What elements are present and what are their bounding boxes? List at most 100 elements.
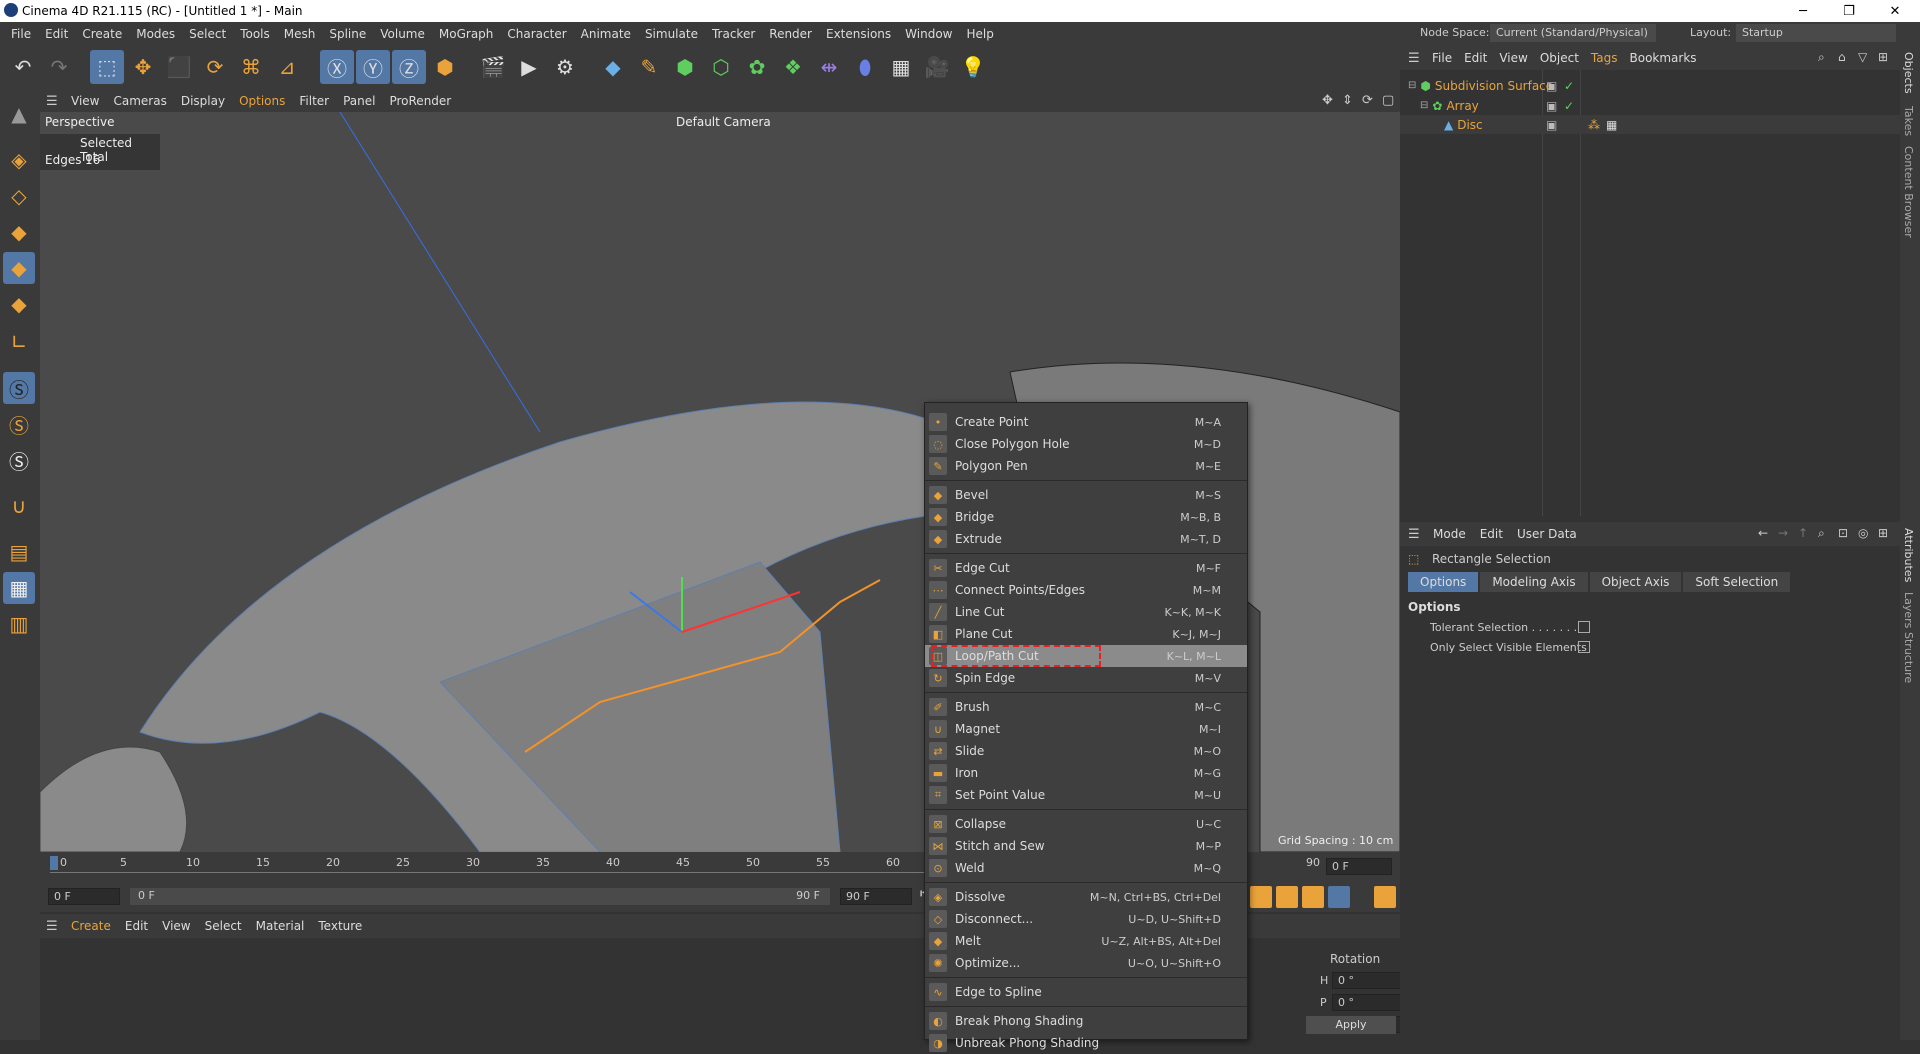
tab-soft-selection[interactable]: Soft Selection	[1683, 572, 1791, 592]
menu-item-optimize[interactable]: ✺ Optimize... U~O, U~Shift+O	[925, 952, 1247, 974]
menu-item-iron[interactable]: ▬ Iron M~G	[925, 762, 1247, 784]
up-arrow-icon[interactable]: ↑	[1798, 526, 1808, 540]
object-menu-object[interactable]: Object	[1534, 51, 1585, 65]
menu-item-create-point[interactable]: • Create Point M~A	[925, 411, 1247, 433]
live-selection-icon[interactable]: ⬚	[90, 50, 124, 84]
menu-tools[interactable]: Tools	[233, 27, 277, 41]
model-mode-icon[interactable]: ◈	[3, 144, 35, 176]
menu-item-magnet[interactable]: ∪ Magnet M~I	[925, 718, 1247, 740]
attribute-expand-icon[interactable]: ⊞	[1878, 526, 1888, 540]
make-editable-icon[interactable]: ▲	[3, 98, 35, 130]
menu-edit[interactable]: Edit	[38, 27, 75, 41]
object-menu-view[interactable]: View	[1493, 51, 1533, 65]
menu-simulate[interactable]: Simulate	[638, 27, 705, 41]
viewport-menu-filter[interactable]: Filter	[292, 94, 336, 108]
attribute-hamburger-icon[interactable]: ☰	[1408, 527, 1426, 542]
side-tab-structure[interactable]: Structure	[1902, 632, 1915, 683]
object-menu-bookmarks[interactable]: Bookmarks	[1624, 51, 1703, 65]
magnet-icon[interactable]: ∪	[3, 490, 35, 522]
object-menu-file[interactable]: File	[1426, 51, 1458, 65]
menu-mesh[interactable]: Mesh	[277, 27, 323, 41]
edit-toggle-icon[interactable]: ▣	[1546, 79, 1557, 93]
material-hamburger-icon[interactable]: ☰	[46, 919, 64, 934]
camera-icon[interactable]: 🎥	[920, 50, 954, 84]
render-picture-viewer-icon[interactable]: ▶	[512, 50, 546, 84]
cube-icon[interactable]: ◆	[596, 50, 630, 84]
menu-item-extrude[interactable]: ◆ Extrude M~T, D	[925, 528, 1247, 550]
mograph-cloner-icon[interactable]: ✿	[740, 50, 774, 84]
attribute-menu-user-data[interactable]: User Data	[1510, 527, 1584, 541]
material-menu-edit[interactable]: Edit	[118, 919, 155, 933]
x-axis-icon[interactable]: Ⓧ	[320, 50, 354, 84]
menu-item-break-phong-shading[interactable]: ◐ Break Phong Shading	[925, 1010, 1247, 1032]
object-search-icon[interactable]: ⌕	[1818, 50, 1825, 65]
object-name[interactable]: Disc	[1457, 118, 1482, 132]
world-coordinate-icon[interactable]: ⬢	[428, 50, 462, 84]
menu-modes[interactable]: Modes	[129, 27, 182, 41]
pen-icon[interactable]: ✎	[632, 50, 666, 84]
material-menu-view[interactable]: View	[155, 919, 197, 933]
object-hamburger-icon[interactable]: ☰	[1408, 51, 1426, 66]
close-icon[interactable]: ✕	[1872, 0, 1918, 22]
menu-item-set-point-value[interactable]: ⌗ Set Point Value M~U	[925, 784, 1247, 806]
viewport-toggle-icon[interactable]: ▢	[1382, 93, 1394, 108]
end-frame-field[interactable]: 90 F	[840, 888, 912, 905]
viewport-menu-cameras[interactable]: Cameras	[106, 94, 173, 108]
undo-icon[interactable]: ↶	[6, 50, 40, 84]
viewport-menu-prorender[interactable]: ProRender	[382, 94, 458, 108]
object-row-disc[interactable]: ▲ Disc ▣ ⁂ ▦	[1400, 115, 1900, 134]
coordinate-icon[interactable]: ⊿	[270, 50, 304, 84]
side-tab-objects[interactable]: Objects	[1902, 52, 1915, 94]
menu-item-brush[interactable]: ✐ Brush M~C	[925, 696, 1247, 718]
object-home-icon[interactable]: ⌂	[1838, 50, 1846, 64]
material-menu-material[interactable]: Material	[249, 919, 312, 933]
menu-item-bevel[interactable]: ◆ Bevel M~S	[925, 484, 1247, 506]
rotate-icon[interactable]: ⟳	[198, 50, 232, 84]
viewport-move-icon[interactable]: ✥	[1322, 93, 1333, 108]
polygons-mode-icon[interactable]: ◆	[3, 288, 35, 320]
menu-spline[interactable]: Spline	[322, 27, 373, 41]
keyframe-selection-icon[interactable]	[1302, 886, 1324, 908]
menu-item-stitch-and-sew[interactable]: ⋈ Stitch and Sew M~P	[925, 835, 1247, 857]
object-name[interactable]: Subdivision Surface	[1435, 79, 1553, 93]
side-tab-content-browser[interactable]: Content Browser	[1902, 146, 1915, 238]
attribute-search-icon[interactable]: ⌕	[1818, 526, 1825, 541]
object-expand-icon[interactable]: ⊞	[1878, 50, 1888, 64]
viewport-hamburger-icon[interactable]: ☰	[46, 94, 64, 109]
object-row-subdivision[interactable]: ⊟ ⬢ Subdivision Surface ▣ ✓	[1400, 76, 1900, 95]
forward-arrow-icon[interactable]: →	[1778, 526, 1788, 540]
collapse-icon[interactable]: ⊟	[1408, 80, 1416, 91]
menu-mograph[interactable]: MoGraph	[432, 27, 501, 41]
recent-tools-icon[interactable]: ⌘	[234, 50, 268, 84]
side-tab-layers[interactable]: Layers	[1902, 592, 1915, 628]
edit-toggle-icon[interactable]: ▣	[1546, 118, 1557, 132]
menu-volume[interactable]: Volume	[373, 27, 432, 41]
snap-settings-icon[interactable]: Ⓢ	[3, 408, 35, 440]
object-row-array[interactable]: ⊟ ✿ Array ▣ ✓	[1400, 96, 1900, 115]
menu-select[interactable]: Select	[182, 27, 233, 41]
visible-elements-checkbox[interactable]	[1578, 641, 1590, 653]
menu-item-bridge[interactable]: ◆ Bridge M~B, B	[925, 506, 1247, 528]
viewport-rotate-icon[interactable]: ⟳	[1362, 93, 1373, 108]
frame-range-slider[interactable]: 0 F 90 F	[130, 888, 830, 905]
texture-mode-icon[interactable]: ◇	[3, 180, 35, 212]
attribute-lock-icon[interactable]: ⊡	[1838, 526, 1848, 540]
render-view-icon[interactable]: 🎬	[476, 50, 510, 84]
field-icon[interactable]: ⬮	[848, 50, 882, 84]
material-menu-texture[interactable]: Texture	[311, 919, 369, 933]
z-axis-icon[interactable]: Ⓩ	[392, 50, 426, 84]
workplane-icon[interactable]: ▤	[3, 536, 35, 568]
start-frame-field[interactable]: 0 F	[48, 888, 120, 905]
array-icon[interactable]: ⬡	[704, 50, 738, 84]
minimize-icon[interactable]: ─	[1780, 0, 1826, 22]
y-axis-icon[interactable]: Ⓨ	[356, 50, 390, 84]
autokey-icon[interactable]	[1276, 886, 1298, 908]
object-filter-icon[interactable]: ▽	[1858, 50, 1867, 64]
timeline-window-icon[interactable]	[1374, 886, 1396, 908]
selection-tag-icon[interactable]: ⁂	[1588, 118, 1600, 132]
apply-button[interactable]: Apply	[1306, 1016, 1396, 1034]
lock-workplane-icon[interactable]: ▥	[3, 608, 35, 640]
node-space-dropdown[interactable]: Current (Standard/Physical)	[1490, 24, 1656, 42]
enabled-check-icon[interactable]: ✓	[1564, 79, 1574, 93]
viewport-zoom-icon[interactable]: ⇕	[1342, 93, 1353, 108]
